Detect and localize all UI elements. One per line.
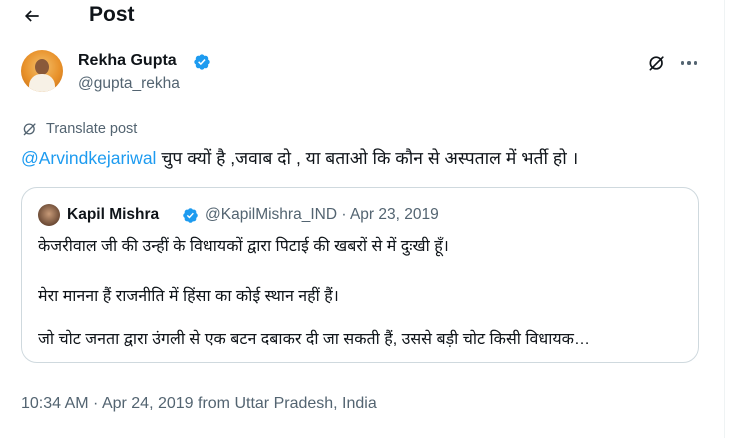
more-dot-icon: [693, 61, 698, 65]
translate-icon: [23, 123, 36, 136]
quoted-post-card[interactable]: Kapil Mishra @KapilMishra_IND · Apr 23, …: [21, 187, 699, 363]
avatar-face: [35, 59, 49, 75]
more-options-button[interactable]: [678, 52, 700, 74]
quote-author-name: Kapil Mishra: [67, 206, 160, 223]
quote-text-line: मेरा मानना हैं राजनीति में हिंसा का कोई …: [38, 288, 339, 305]
page-title: Post: [89, 3, 135, 26]
mention-link[interactable]: @Arvindkejariwal: [21, 148, 156, 168]
verified-badge-icon: [183, 208, 198, 223]
grok-icon: [649, 56, 664, 71]
quote-author-meta: @KapilMishra_IND · Apr 23, 2019: [205, 206, 439, 223]
post-timestamp[interactable]: 10:34 AM · Apr 24, 2019 from Uttar Prade…: [21, 393, 377, 415]
more-dot-icon: [680, 61, 685, 65]
more-dot-icon: [687, 61, 691, 65]
arrow-left-icon: [24, 10, 39, 22]
translate-label: Translate post: [46, 121, 138, 137]
grok-button[interactable]: [646, 52, 668, 74]
quote-text-line: केजरीवाल जी की उन्हीं के विधायकों द्वारा…: [38, 238, 449, 255]
author-name[interactable]: Rekha Gupta: [78, 51, 177, 71]
avatar-body: [29, 74, 55, 92]
post-text: चुप क्यों है ,जवाब दो , या बताओ कि कौन स…: [156, 148, 579, 168]
post-body: @Arvindkejariwal चुप क्यों है ,जवाब दो ,…: [21, 146, 578, 170]
quote-text-line: जो चोट जनता द्वारा उंगली से एक बटन दबाकर…: [38, 331, 590, 348]
verified-badge-icon[interactable]: [193, 53, 211, 71]
page-header: Post: [0, 0, 724, 32]
translate-post-link[interactable]: Translate post: [21, 120, 137, 138]
author-avatar[interactable]: [21, 50, 63, 92]
quote-author-avatar: [38, 204, 60, 226]
back-button[interactable]: [19, 4, 45, 28]
author-handle[interactable]: @gupta_rekha: [78, 74, 180, 94]
column-divider: [724, 0, 725, 438]
